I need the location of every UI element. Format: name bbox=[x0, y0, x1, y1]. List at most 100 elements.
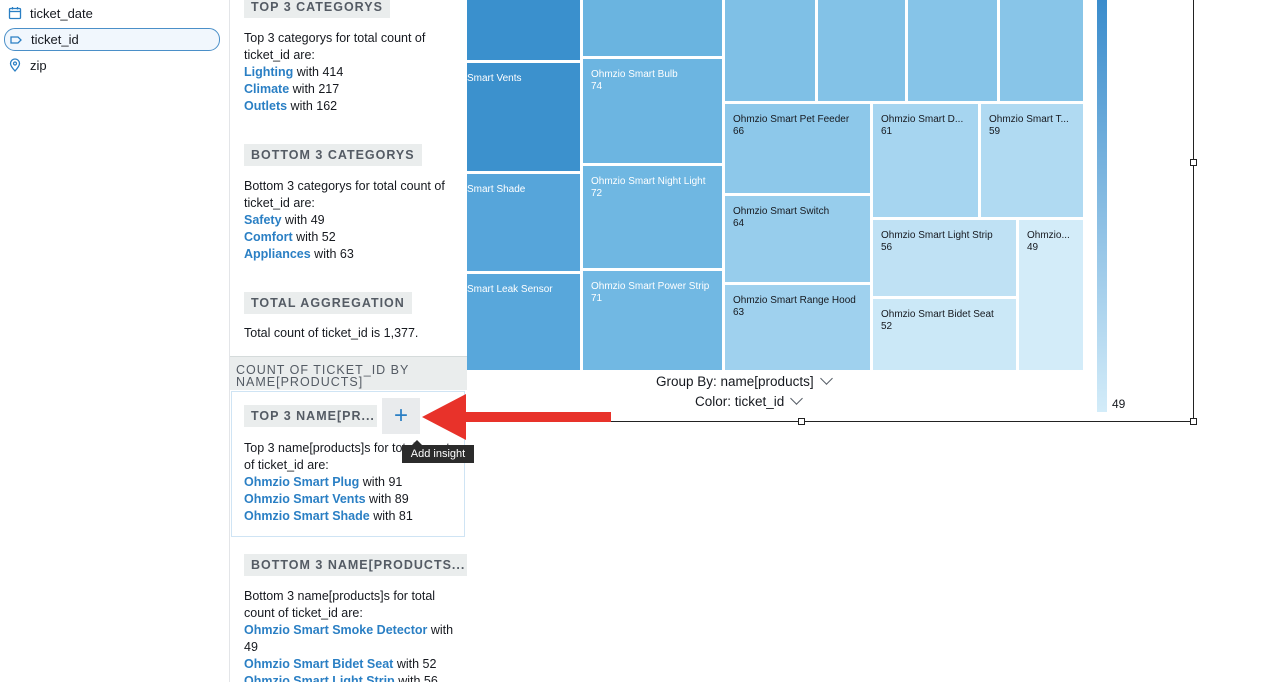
insight-value: with 56 bbox=[398, 674, 438, 682]
group-by-dropdown[interactable]: Group By: name[products] bbox=[656, 372, 833, 389]
treemap-tile[interactable]: Smart Leak Sensor bbox=[467, 274, 580, 370]
insight-link[interactable]: Comfort bbox=[244, 230, 293, 244]
bottom-products-title: BOTTOM 3 NAME[PRODUCTS... bbox=[244, 554, 467, 576]
insight-link[interactable]: Ohmzio Smart Vents bbox=[244, 492, 366, 506]
insight-intro: Top 3 categorys for total count of ticke… bbox=[244, 31, 426, 62]
treemap-tile[interactable]: Ohmzio Smart Pet Feeder 66 bbox=[725, 104, 870, 193]
treemap-tile[interactable] bbox=[583, 0, 722, 56]
treemap-tile[interactable]: Ohmzio Smart Power Strip 71 bbox=[583, 271, 722, 370]
treemap-tile[interactable] bbox=[725, 0, 815, 101]
group-by-label: Group By: name[products] bbox=[656, 374, 814, 389]
treemap-tile[interactable] bbox=[1000, 0, 1083, 101]
treemap-tile[interactable] bbox=[908, 0, 997, 101]
tile-value: 71 bbox=[591, 293, 603, 304]
tile-name: Ohmzio Smart Power Strip bbox=[591, 281, 710, 292]
field-zip[interactable]: zip bbox=[4, 55, 218, 75]
legend-min-value: 49 bbox=[1112, 397, 1126, 411]
tile-name: Smart Vents bbox=[467, 73, 522, 84]
insight-intro: Bottom 3 categorys for total count of ti… bbox=[244, 179, 445, 210]
tile-name: Ohmzio Smart Night Light bbox=[591, 176, 706, 187]
tile-name: Ohmzio... bbox=[1027, 230, 1070, 241]
insight-link[interactable]: Ohmzio Smart Shade bbox=[244, 509, 370, 523]
tile-name: Smart Leak Sensor bbox=[467, 284, 553, 295]
tile-name: Ohmzio Smart D... bbox=[881, 114, 964, 125]
insight-value: with 414 bbox=[296, 65, 344, 79]
tile-name: Ohmzio Smart Bidet Seat bbox=[881, 309, 994, 320]
resize-handle[interactable] bbox=[1190, 159, 1197, 166]
color-legend-gradient bbox=[1097, 0, 1107, 412]
treemap-tile[interactable]: Ohmzio Smart D... 61 bbox=[873, 104, 978, 217]
insight-value: with 52 bbox=[296, 230, 336, 244]
insight-link[interactable]: Ohmzio Smart Bidet Seat bbox=[244, 657, 393, 671]
tile-name: Ohmzio Smart Bulb bbox=[591, 69, 678, 80]
tile-value: 61 bbox=[881, 126, 893, 137]
insight-intro: of ticket_id are: bbox=[244, 458, 329, 472]
tile-name: Ohmzio Smart T... bbox=[989, 114, 1069, 125]
insight-value: with 49 bbox=[285, 213, 325, 227]
treemap-tile[interactable]: Smart Shade bbox=[467, 174, 580, 271]
tile-value: 56 bbox=[881, 242, 893, 253]
field-label: zip bbox=[30, 57, 47, 73]
insight-link[interactable]: Ohmzio Smart Light Strip bbox=[244, 674, 395, 682]
treemap-tile[interactable]: Ohmzio Smart Bulb 74 bbox=[583, 59, 722, 163]
tile-value: 52 bbox=[881, 321, 893, 332]
treemap-tile[interactable]: Ohmzio... 49 bbox=[1019, 220, 1083, 370]
treemap-tile[interactable]: Ohmzio Smart Range Hood 63 bbox=[725, 285, 870, 370]
treemap-tile[interactable] bbox=[818, 0, 905, 101]
treemap-tile[interactable]: Ohmzio Smart Night Light 72 bbox=[583, 166, 722, 268]
tile-name: Smart Shade bbox=[467, 184, 526, 195]
top-categories-insight: Top 3 categorys for total count of ticke… bbox=[244, 30, 456, 115]
insight-value: with 91 bbox=[362, 475, 403, 489]
field-ticket-date[interactable]: ticket_date bbox=[4, 3, 218, 23]
insight-value: with 81 bbox=[373, 509, 413, 523]
calendar-icon bbox=[8, 7, 22, 20]
resize-handle[interactable] bbox=[1190, 418, 1197, 425]
visual-border-right bbox=[1193, 0, 1194, 422]
top-categories-title: TOP 3 CATEGORYS bbox=[244, 0, 390, 18]
treemap-tile[interactable]: Smart Vents bbox=[467, 63, 580, 171]
field-label: ticket_date bbox=[30, 5, 93, 21]
insight-link[interactable]: Safety bbox=[244, 213, 282, 227]
insight-link[interactable]: Climate bbox=[244, 82, 289, 96]
insight-value: with 63 bbox=[314, 247, 354, 261]
section-heading: COUNT OF TICKET_ID BY NAME[PRODUCTS] bbox=[230, 356, 467, 390]
red-arrow-annotation bbox=[422, 394, 611, 440]
insight-link[interactable]: Outlets bbox=[244, 99, 287, 113]
top-products-title: TOP 3 NAME[PR... bbox=[244, 405, 377, 427]
insight-link[interactable]: Ohmzio Smart Plug bbox=[244, 475, 359, 489]
tile-value: 59 bbox=[989, 126, 1001, 137]
color-label: Color: ticket_id bbox=[695, 394, 785, 409]
tile-name: Ohmzio Smart Range Hood bbox=[733, 295, 856, 306]
tile-name: Ohmzio Smart Pet Feeder bbox=[733, 114, 850, 125]
insight-link[interactable]: Appliances bbox=[244, 247, 311, 261]
field-label: ticket_id bbox=[31, 32, 79, 47]
treemap-visual: Smart Vents Smart Shade Smart Leak Senso… bbox=[467, 0, 1269, 682]
treemap-tile[interactable]: Ohmzio Smart Bidet Seat 52 bbox=[873, 299, 1016, 370]
add-insight-button[interactable]: + bbox=[382, 398, 420, 434]
field-ticket-id[interactable]: ticket_id bbox=[4, 28, 220, 51]
treemap-tile[interactable] bbox=[467, 0, 580, 60]
add-insight-tooltip: Add insight bbox=[402, 440, 474, 463]
bottom-categories-title: BOTTOM 3 CATEGORYS bbox=[244, 144, 422, 166]
insight-value: with 52 bbox=[396, 657, 437, 671]
location-pin-icon bbox=[9, 58, 21, 72]
treemap-tile[interactable]: Ohmzio Smart T... 59 bbox=[981, 104, 1083, 217]
insights-panel: TOP 3 CATEGORYS Top 3 categorys for tota… bbox=[229, 0, 468, 682]
total-aggregation-title: TOTAL AGGREGATION bbox=[244, 292, 412, 314]
insight-link[interactable]: Lighting bbox=[244, 65, 293, 79]
insight-value: with 89 bbox=[369, 492, 409, 506]
insight-link[interactable]: Ohmzio Smart Smoke Detector bbox=[244, 623, 427, 637]
bottom-products-insight: Bottom 3 name[products]s for total count… bbox=[244, 588, 456, 682]
tile-value: 64 bbox=[733, 218, 745, 229]
treemap-tile[interactable]: Ohmzio Smart Light Strip 56 bbox=[873, 220, 1016, 296]
tile-value: 74 bbox=[591, 81, 603, 92]
chevron-down-icon bbox=[819, 372, 833, 385]
insight-value: with 217 bbox=[292, 82, 340, 96]
tile-value: 49 bbox=[1027, 242, 1039, 253]
resize-handle[interactable] bbox=[798, 418, 805, 425]
insight-intro: Bottom 3 name[products]s for total count… bbox=[244, 589, 436, 620]
plus-icon: + bbox=[393, 402, 408, 429]
tile-value: 63 bbox=[733, 307, 745, 318]
treemap-tile[interactable]: Ohmzio Smart Switch 64 bbox=[725, 196, 870, 282]
color-dropdown[interactable]: Color: ticket_id bbox=[695, 392, 804, 409]
